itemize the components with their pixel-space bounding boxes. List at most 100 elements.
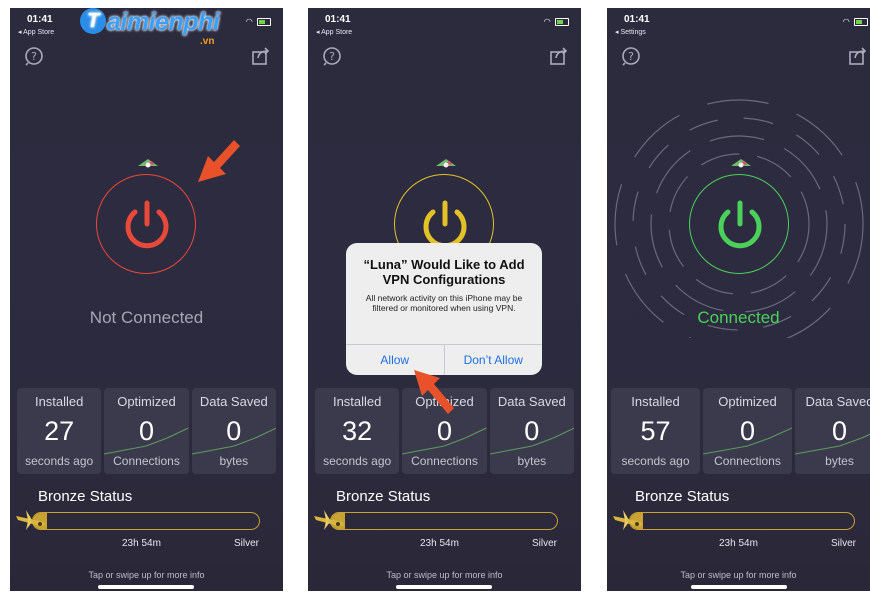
hint-text[interactable]: Tap or swipe up for more info <box>308 570 581 580</box>
help-icon[interactable]: ? <box>322 46 342 66</box>
next-tier: Silver <box>531 538 557 549</box>
stat-label: Optimized <box>718 394 777 409</box>
stat-unit: Connections <box>113 454 180 468</box>
logo-text: aimienphi <box>107 8 220 36</box>
wifi-icon: ◠ <box>543 17 552 26</box>
stat-value: 27 <box>44 416 75 446</box>
stat-data-saved: Data Saved 0 bytes <box>191 388 276 474</box>
share-icon[interactable] <box>549 46 569 66</box>
pointer-arrow-icon <box>414 370 454 414</box>
stat-value: 0 <box>138 416 154 446</box>
hint-text[interactable]: Tap or swipe up for more info <box>607 570 870 580</box>
vpn-permission-dialog: “Luna” Would Like to Add VPN Configurati… <box>346 243 542 375</box>
stat-label: Installed <box>332 394 382 409</box>
stat-unit: bytes <box>825 454 854 468</box>
stat-value: 0 <box>739 416 756 446</box>
stat-value: 0 <box>226 416 242 446</box>
stat-value: 57 <box>640 416 671 446</box>
stat-label: Installed <box>34 394 84 409</box>
stat-label: Data Saved <box>199 394 268 409</box>
stat-unit: bytes <box>517 454 547 468</box>
stats-row: Installed 27 seconds ago Optimized 0 Con… <box>17 388 276 474</box>
logo-suffix: .vn <box>200 36 215 47</box>
bronze-status-label: Bronze Status <box>38 488 133 505</box>
next-tier: Silver <box>233 538 259 549</box>
connection-status: Connected <box>697 308 780 327</box>
screen-permission-dialog: 01:41 ◂ App Store ◠ ? Installed 32 secon… <box>308 8 581 591</box>
power-icon <box>718 200 762 249</box>
mascot-icon <box>138 159 158 168</box>
share-icon[interactable] <box>251 46 271 66</box>
svg-text:?: ? <box>329 50 335 63</box>
battery-icon <box>555 17 569 26</box>
next-tier: Silver <box>830 538 856 549</box>
svg-text:?: ? <box>628 50 634 63</box>
plane-icon <box>16 510 46 530</box>
stat-data-saved: Data Saved 0 bytes <box>489 388 574 474</box>
stat-label: Data Saved <box>805 394 870 409</box>
hint-text[interactable]: Tap or swipe up for more info <box>10 570 283 580</box>
stat-value: 32 <box>342 416 373 446</box>
share-icon[interactable] <box>848 46 868 66</box>
stat-unit: seconds ago <box>25 454 94 468</box>
status-progress-bar[interactable] <box>32 512 260 530</box>
status-icons: ◠ <box>544 17 569 26</box>
stat-value: 0 <box>524 416 540 446</box>
status-time: 01:41 <box>624 14 650 25</box>
power-icon <box>125 200 169 249</box>
dont-allow-button[interactable]: Don’t Allow <box>443 345 543 375</box>
back-to-settings[interactable]: ◂ Settings <box>615 28 646 36</box>
mascot-icon <box>731 159 751 168</box>
plane-icon <box>613 510 643 530</box>
stat-value: 0 <box>436 416 452 446</box>
bronze-status-label: Bronze Status <box>635 488 730 505</box>
stat-unit: bytes <box>219 454 249 468</box>
stat-installed: Installed 57 seconds ago <box>611 388 700 474</box>
svg-text:?: ? <box>31 50 37 63</box>
stat-label: Installed <box>631 394 680 409</box>
help-icon[interactable]: ? <box>621 46 641 66</box>
time-left: 23h 54m <box>122 538 161 549</box>
time-left: 23h 54m <box>719 538 758 549</box>
back-to-app-store[interactable]: ◂ App Store <box>316 28 352 36</box>
screen-connected: 01:41 ◂ Settings ◠ ? Connected Installed… <box>607 8 870 591</box>
home-indicator[interactable] <box>691 585 787 589</box>
mascot-icon <box>436 159 456 168</box>
bronze-status-label: Bronze Status <box>336 488 431 505</box>
stat-installed: Installed 32 seconds ago <box>315 388 400 474</box>
wifi-icon: ◠ <box>245 17 254 26</box>
time-left: 23h 54m <box>420 538 459 549</box>
status-progress-bar[interactable] <box>330 512 558 530</box>
status-icons: ◠ <box>246 17 271 26</box>
stat-value: 0 <box>831 416 848 446</box>
status-progress-bar[interactable] <box>629 512 855 530</box>
stat-optimized: Optimized 0 Connections <box>703 388 792 474</box>
stat-unit: Connections <box>411 454 478 468</box>
wifi-icon: ◠ <box>842 17 851 26</box>
stat-unit: seconds ago <box>621 454 690 468</box>
home-indicator[interactable] <box>396 585 492 589</box>
stat-installed: Installed 27 seconds ago <box>17 388 102 474</box>
stats-row: Installed 57 seconds ago Optimized 0 Con… <box>611 388 870 474</box>
dialog-message: All network activity on this iPhone may … <box>365 293 523 313</box>
status-time: 01:41 <box>325 14 351 25</box>
stat-data-saved: Data Saved 0 bytes <box>795 388 870 474</box>
power-button[interactable] <box>96 174 196 274</box>
connection-status: Not Connected <box>89 308 204 327</box>
stat-optimized: Optimized 0 Connections <box>104 388 189 474</box>
screen-not-connected: 01:41 ◂ App Store ◠ ? Not Connected Inst… <box>10 8 283 591</box>
stat-unit: seconds ago <box>323 454 392 468</box>
battery-icon <box>854 17 868 26</box>
plane-icon <box>314 510 344 530</box>
power-button[interactable] <box>689 174 789 274</box>
pointer-arrow-icon <box>198 140 240 182</box>
site-logo: Taimienphi <box>80 8 220 37</box>
status-time: 01:41 <box>27 14 53 25</box>
battery-icon <box>257 17 271 26</box>
status-icons: ◠ <box>843 17 868 26</box>
home-indicator[interactable] <box>98 585 194 589</box>
help-icon[interactable]: ? <box>24 46 44 66</box>
stat-unit: Connections <box>714 454 781 468</box>
back-to-app-store[interactable]: ◂ App Store <box>18 28 54 36</box>
stat-label: Optimized <box>117 394 176 409</box>
